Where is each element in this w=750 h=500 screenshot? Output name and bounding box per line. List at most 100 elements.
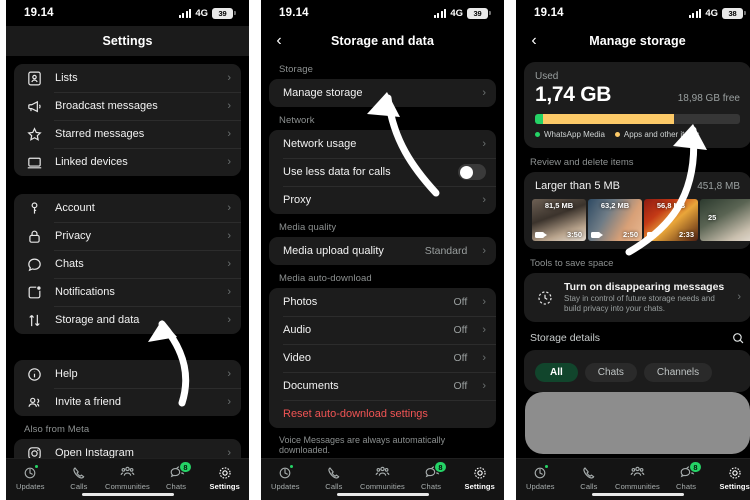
key-icon (26, 200, 43, 217)
sidebar-item-chats[interactable]: Chats › (14, 250, 241, 278)
thumbnail-size: 56,8 MB (656, 201, 686, 210)
tab-label: Communities (360, 482, 405, 491)
settings-group-2: Account › Privacy › Chats › Notification… (14, 194, 241, 334)
tab-chats[interactable]: 8 Chats (152, 461, 201, 491)
settings-group-3: Help › Invite a friend › (14, 360, 241, 416)
battery-icon: 38 (722, 7, 746, 19)
row-documents[interactable]: Documents Off › (269, 372, 496, 400)
use-less-data-toggle[interactable] (458, 164, 486, 180)
row-network-usage[interactable]: Network usage › (269, 130, 496, 158)
chevron-right-icon: › (482, 137, 486, 150)
tool-subtitle: Stay in control of future storage needs … (564, 294, 715, 313)
chip-channels[interactable]: Channels (643, 363, 713, 382)
chevron-right-icon: › (227, 155, 231, 168)
back-button[interactable]: ‹ (526, 33, 542, 49)
section-label-tools-to-save-space: Tools to save space (530, 258, 614, 269)
tools-card[interactable]: Turn on disappearing messages Stay in co… (524, 273, 750, 322)
media-thumbnail[interactable]: 63,2 MB 2:50 (588, 199, 642, 241)
tab-chats[interactable]: 8 Chats (662, 461, 711, 491)
tab-communities[interactable]: Communities (358, 464, 407, 491)
thumbnail-duration: 2:33 (678, 230, 694, 239)
chip-all[interactable]: All (535, 363, 578, 382)
sidebar-item-starred-messages[interactable]: Starred messages › (14, 120, 241, 148)
chats-icon: 8 (168, 461, 192, 481)
bottom-tab-bar: Updates Calls Communities 8 Chats Settin… (516, 458, 750, 500)
timer-icon (536, 289, 554, 307)
sidebar-item-linked-devices[interactable]: Linked devices › (14, 148, 241, 176)
row-manage-storage[interactable]: Manage storage › (269, 79, 496, 107)
tab-label: Settings (719, 482, 750, 491)
tab-settings[interactable]: Settings (710, 464, 750, 491)
chevron-right-icon: › (227, 127, 231, 140)
sidebar-item-storage-and-data[interactable]: Storage and data › (14, 306, 241, 334)
row-reset-auto-download-settings[interactable]: Reset auto-download settings (269, 400, 496, 428)
status-indicators: 4G 39 (178, 7, 236, 19)
tab-updates[interactable]: Updates (516, 464, 565, 491)
chats-unread-badge: 8 (179, 461, 192, 473)
network-group: Network usage › Use less data for calls … (269, 130, 496, 214)
tab-label: Communities (615, 482, 660, 491)
back-button[interactable]: ‹ (271, 33, 287, 49)
lists-icon (26, 70, 43, 87)
sidebar-item-privacy[interactable]: Privacy › (14, 222, 241, 250)
tab-updates[interactable]: Updates (6, 464, 55, 491)
sidebar-item-help[interactable]: Help › (14, 360, 241, 388)
storage-usage-card: Used 1,74 GB 18,98 GB free WhatsApp Medi… (524, 62, 750, 148)
chevron-right-icon: › (482, 244, 486, 257)
tab-communities[interactable]: Communities (613, 464, 662, 491)
tab-calls[interactable]: Calls (55, 464, 104, 491)
nav-bar-settings: Settings (6, 26, 249, 56)
tab-settings[interactable]: Settings (200, 464, 249, 491)
phone-icon (326, 464, 342, 481)
chevron-right-icon: › (482, 323, 486, 336)
section-label-storage: Storage (279, 64, 313, 75)
phone-icon (71, 464, 87, 481)
row-label: Reset auto-download settings (283, 408, 428, 420)
phone-icon (581, 464, 597, 481)
sidebar-item-invite-a-friend[interactable]: Invite a friend › (14, 388, 241, 416)
tab-updates[interactable]: Updates (261, 464, 310, 491)
manage-storage-scroll[interactable]: Used 1,74 GB 18,98 GB free WhatsApp Medi… (516, 62, 750, 392)
row-label: Help (55, 368, 78, 380)
row-label: Storage and data (55, 314, 140, 326)
search-icon[interactable] (731, 331, 745, 345)
media-thumbnail-strip[interactable]: 81,5 MB 3:50 63,2 MB 2:50 56,8 MB 2:33 2… (524, 199, 750, 241)
tab-calls[interactable]: Calls (310, 464, 359, 491)
bar-segment-apps-and-other (543, 114, 675, 124)
media-quality-group: Media upload quality Standard › (269, 237, 496, 265)
gear-icon (472, 464, 488, 481)
tab-settings[interactable]: Settings (455, 464, 504, 491)
row-photos[interactable]: Photos Off › (269, 288, 496, 316)
row-use-less-data-for-calls[interactable]: Use less data for calls (269, 158, 496, 186)
status-time: 19.14 (534, 7, 564, 19)
settings-scroll[interactable]: Lists › Broadcast messages › Starred mes… (6, 56, 249, 467)
page-title: Manage storage (589, 34, 686, 48)
media-thumbnail[interactable]: 56,8 MB 2:33 (644, 199, 698, 241)
sidebar-item-broadcast-messages[interactable]: Broadcast messages › (14, 92, 241, 120)
tab-calls[interactable]: Calls (565, 464, 614, 491)
sidebar-item-notifications[interactable]: Notifications › (14, 278, 241, 306)
storage-scroll[interactable]: Storage Manage storage › Network Network… (261, 56, 504, 455)
tab-chats[interactable]: 8 Chats (407, 461, 456, 491)
larger-than-5mb-card[interactable]: Larger than 5 MB 451,8 MB 81,5 MB 3:50 6… (524, 172, 750, 249)
tab-label: Updates (270, 482, 300, 491)
status-indicators: 4G 39 (433, 7, 491, 19)
sidebar-item-lists[interactable]: Lists › (14, 64, 241, 92)
row-media-upload-quality[interactable]: Media upload quality Standard › (269, 237, 496, 265)
row-turn-on-disappearing-messages[interactable]: Turn on disappearing messages Stay in co… (524, 273, 750, 322)
tab-label: Calls (70, 482, 88, 491)
media-thumbnail[interactable]: 81,5 MB 3:50 (532, 199, 586, 241)
row-label: Linked devices (55, 156, 128, 168)
tab-communities[interactable]: Communities (103, 464, 152, 491)
status-bar: 19.14 4G 38 (516, 0, 750, 26)
storage-group: Manage storage › (269, 79, 496, 107)
chip-chats[interactable]: Chats (584, 363, 637, 382)
row-video[interactable]: Video Off › (269, 344, 496, 372)
video-camera-icon (591, 232, 603, 238)
notification-icon (26, 284, 43, 301)
sidebar-item-account[interactable]: Account › (14, 194, 241, 222)
media-thumbnail[interactable]: 25 (700, 199, 750, 241)
video-camera-icon (535, 232, 547, 238)
row-audio[interactable]: Audio Off › (269, 316, 496, 344)
row-proxy[interactable]: Proxy › (269, 186, 496, 214)
